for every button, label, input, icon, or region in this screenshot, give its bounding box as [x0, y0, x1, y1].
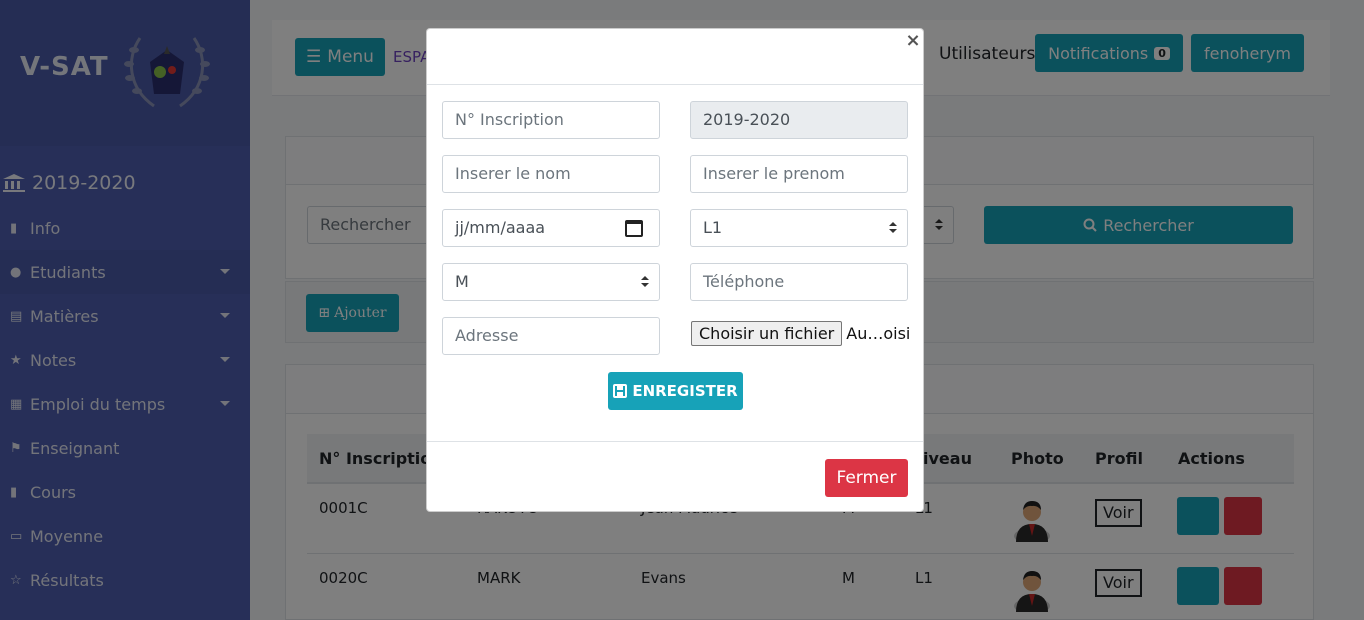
calendar-icon[interactable]	[625, 220, 643, 237]
date-naissance-field[interactable]: jj/mm/aaaa	[442, 209, 660, 247]
modal-footer: Fermer	[427, 441, 923, 511]
save-icon	[613, 384, 628, 398]
close-icon[interactable]: ×	[905, 31, 921, 51]
fermer-button[interactable]: Fermer	[825, 459, 908, 497]
file-status: Au…oisi	[846, 323, 911, 343]
annee-field: 2019-2020	[690, 101, 908, 139]
inscription-field[interactable]: N° Inscription	[442, 101, 660, 139]
file-choose-button[interactable]: Choisir un fichier	[691, 320, 843, 346]
select-arrows-icon	[641, 276, 649, 288]
sexe-value: M	[455, 272, 469, 291]
niveau-value: L1	[703, 218, 723, 237]
select-arrows-icon	[889, 222, 897, 234]
adresse-field[interactable]: Adresse	[442, 317, 660, 355]
save-button[interactable]: ENREGISTER	[608, 372, 743, 410]
date-placeholder: jj/mm/aaaa	[455, 218, 546, 237]
prenom-field[interactable]: Inserer le prenom	[690, 155, 908, 193]
niveau-select[interactable]: L1	[690, 209, 908, 247]
nom-field[interactable]: Inserer le nom	[442, 155, 660, 193]
add-student-modal: × N° Inscription 2019-2020 Inserer le no…	[426, 28, 924, 512]
telephone-field[interactable]: Téléphone	[690, 263, 908, 301]
photo-file-input: Choisir un fichier Au…oisi	[691, 318, 910, 348]
modal-header: ×	[427, 29, 923, 85]
sexe-select[interactable]: M	[442, 263, 660, 301]
